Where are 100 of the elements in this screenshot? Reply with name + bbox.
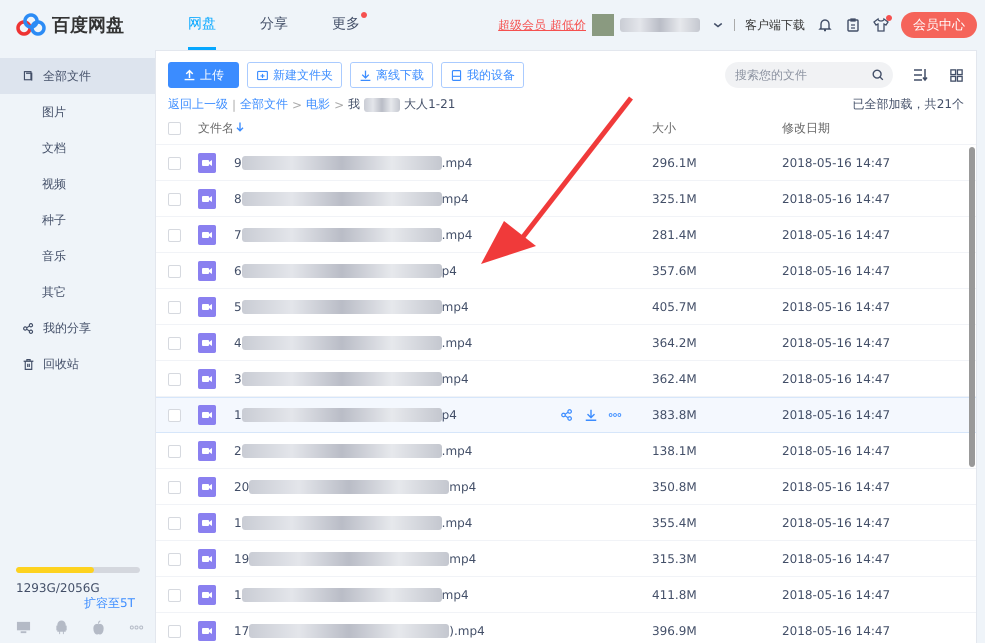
file-name-end: ).mp4 xyxy=(449,624,485,638)
breadcrumb-separator: > xyxy=(292,98,302,112)
divider-text: | xyxy=(232,98,236,112)
row-checkbox[interactable] xyxy=(168,444,181,458)
download-icon xyxy=(359,68,372,82)
video-file-icon xyxy=(198,189,216,209)
file-name-start: 5 xyxy=(234,300,242,314)
file-size: 364.2M xyxy=(652,336,698,350)
avatar-blurred[interactable] xyxy=(592,14,614,36)
modified-date: 2018-05-16 14:47 xyxy=(782,624,892,638)
row-checkbox[interactable] xyxy=(168,264,181,278)
row-checkbox[interactable] xyxy=(168,480,181,494)
sidebar-item[interactable]: 种子 xyxy=(0,202,155,238)
files-icon xyxy=(22,70,35,82)
file-name-end: .mp4 xyxy=(442,444,472,458)
bell-icon xyxy=(817,17,833,33)
sidebar-item[interactable]: 音乐 xyxy=(0,238,155,274)
load-status: 已全部加载，共21个 xyxy=(852,96,964,113)
file-name-start: 8 xyxy=(234,192,242,206)
file-size: 411.8M xyxy=(652,588,698,602)
modified-date: 2018-05-16 14:47 xyxy=(782,588,892,602)
row-checkbox[interactable] xyxy=(168,516,181,530)
row-checkbox[interactable] xyxy=(168,624,181,638)
row-checkbox[interactable] xyxy=(168,336,181,350)
row-checkbox[interactable] xyxy=(168,192,181,206)
file-size: 362.4M xyxy=(652,372,698,386)
file-name-end: mp4 xyxy=(449,552,476,566)
modified-date: 2018-05-16 14:47 xyxy=(782,552,892,566)
video-file-icon xyxy=(198,585,216,605)
file-name-end: .mp4 xyxy=(442,516,472,530)
file-size: 405.7M xyxy=(652,300,698,314)
grid-view-icon xyxy=(949,68,964,82)
modified-date: 2018-05-16 14:47 xyxy=(782,228,892,242)
file-size: 350.8M xyxy=(652,480,698,494)
row-checkbox[interactable] xyxy=(168,372,181,386)
scrollbar[interactable] xyxy=(969,147,975,467)
row-checkbox[interactable] xyxy=(168,300,181,314)
file-size: 357.6M xyxy=(652,264,698,278)
row-checkbox[interactable] xyxy=(168,552,181,566)
file-name-start: 6 xyxy=(234,264,242,278)
breadcrumb-current: 大人1-21 xyxy=(404,96,456,113)
select-all-checkbox[interactable] xyxy=(168,122,181,135)
storage-text: 1293G/2056G xyxy=(16,581,101,595)
modified-date: 2018-05-16 14:47 xyxy=(782,336,892,350)
file-size: 355.4M xyxy=(652,516,698,530)
share-icon xyxy=(560,408,574,422)
file-name-end: p4 xyxy=(442,408,457,422)
sidebar-item[interactable]: 全部文件 xyxy=(0,58,155,94)
clipboard-icon xyxy=(845,17,861,33)
folder-plus-icon xyxy=(256,68,269,82)
file-row[interactable]: 1 p4 383.8M 2018-05-16 14:47 xyxy=(156,397,976,433)
search-field[interactable]: 搜索您的文件 xyxy=(725,62,893,88)
file-name-start: 1 xyxy=(234,588,242,602)
file-name-end: p4 xyxy=(442,264,457,278)
app-logo[interactable]: 百度网盘 xyxy=(16,13,166,37)
android-icon xyxy=(54,620,69,635)
modified-date: 2018-05-16 14:47 xyxy=(782,516,892,530)
client-download-link[interactable]: 客户端下载 xyxy=(745,16,805,34)
modified-date: 2018-05-16 14:47 xyxy=(782,408,892,422)
video-file-icon xyxy=(198,261,216,281)
sort-icon xyxy=(913,67,929,83)
modified-date: 2018-05-16 14:47 xyxy=(782,264,892,278)
video-file-icon xyxy=(198,477,216,497)
file-size: 296.1M xyxy=(652,156,698,170)
file-size: 383.8M xyxy=(652,408,698,422)
sidebar-item[interactable]: 图片 xyxy=(0,94,155,130)
column-header[interactable]: 文件名 xyxy=(198,120,234,137)
sidebar-item[interactable]: 我的分享 xyxy=(0,310,155,346)
file-size: 281.4M xyxy=(652,228,698,242)
blurred-text xyxy=(364,98,400,112)
modified-date: 2018-05-16 14:47 xyxy=(782,372,892,386)
row-checkbox[interactable] xyxy=(168,408,181,422)
column-header[interactable]: 修改日期 xyxy=(782,120,962,137)
modified-date: 2018-05-16 14:47 xyxy=(782,156,892,170)
nav-tab[interactable]: 更多 xyxy=(332,0,360,50)
file-name-start: 17 xyxy=(234,624,250,638)
video-file-icon xyxy=(198,513,216,533)
sidebar-item[interactable]: 其它 xyxy=(0,274,155,310)
nav-tab[interactable]: 分享 xyxy=(260,0,288,50)
file-name-end: mp4 xyxy=(449,480,476,494)
row-checkbox[interactable] xyxy=(168,228,181,242)
file-name-start: 9 xyxy=(234,156,242,170)
file-name-end: .mp4 xyxy=(442,228,472,242)
breadcrumb-current-prefix: 我 xyxy=(348,96,360,113)
video-file-icon xyxy=(198,225,216,245)
video-file-icon xyxy=(198,621,216,641)
share-icon xyxy=(22,322,35,334)
device-icon xyxy=(450,68,463,82)
column-header[interactable]: 大小 xyxy=(652,120,782,137)
row-checkbox[interactable] xyxy=(168,156,181,170)
row-checkbox[interactable] xyxy=(168,588,181,602)
file-name-start: 1 xyxy=(234,516,242,530)
sidebar-item[interactable]: 视频 xyxy=(0,166,155,202)
sidebar-item[interactable]: 文档 xyxy=(0,130,155,166)
file-size: 325.1M xyxy=(652,192,698,206)
search-icon xyxy=(871,68,885,82)
video-file-icon xyxy=(198,405,216,425)
arrow-down-icon xyxy=(234,121,246,133)
sidebar-item[interactable]: 回收站 xyxy=(0,346,155,382)
download-icon xyxy=(584,408,598,422)
